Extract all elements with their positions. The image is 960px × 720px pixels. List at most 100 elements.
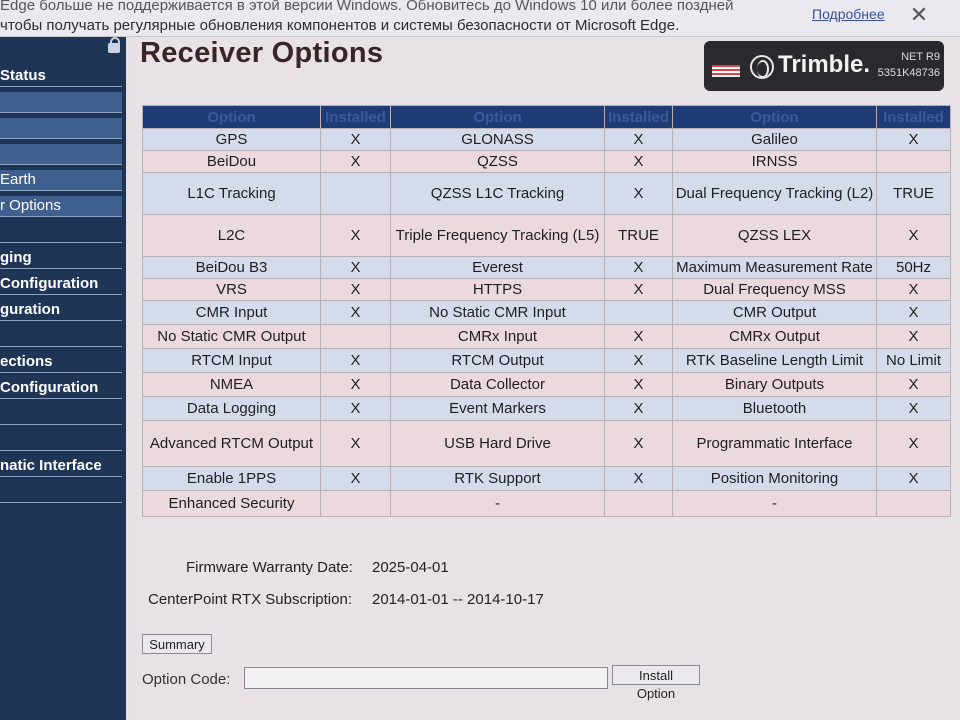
table-row: NMEA X Data Collector X Binary Outputs X [142,372,951,397]
column-header: Installed [876,105,951,129]
rtx-subscription-label: CenterPoint RTX Subscription: [148,591,352,608]
option-installed-cell: X [876,214,951,257]
sidebar-item-13[interactable] [0,404,122,425]
option-installed-cell: X [876,278,951,301]
option-name-cell: GLONASS [390,128,605,151]
option-installed-cell: X [320,128,391,151]
install-option-button[interactable]: Install Option [612,665,700,701]
option-name-cell: QZSS [390,150,605,173]
option-installed-cell: X [604,150,673,173]
option-name-cell: QZSS L1C Tracking [390,172,605,215]
option-name-cell: GPS [142,128,321,151]
brand-banner: Trimble. NET R9 5351K48736 [704,41,944,91]
option-installed-cell [876,490,951,517]
table-row: CMR Input X No Static CMR Input CMR Output X [142,300,951,325]
option-name-cell: VRS [142,278,321,301]
option-name-cell: Position Monitoring [672,466,877,491]
option-name-cell: Enable 1PPS [142,466,321,491]
sidebar-item-12[interactable]: Configuration [0,378,122,399]
rtx-subscription-value: 2014-01-01 -- 2014-10-17 [372,591,544,608]
notification-line-1: Edge больше не поддерживается в этой вер… [0,0,734,14]
option-name-cell: - [390,490,605,517]
option-installed-cell: X [320,372,391,397]
option-name-cell: No Static CMR Output [142,324,321,349]
option-installed-cell: X [876,128,951,151]
option-installed-cell: X [604,372,673,397]
option-name-cell: QZSS LEX [672,214,877,257]
option-installed-cell: X [604,278,673,301]
option-installed-cell: X [604,348,673,373]
table-row: BeiDou X QZSS X IRNSS [142,150,951,173]
table-row: RTCM Input X RTCM Output X RTK Baseline Leng… [142,348,951,373]
close-icon[interactable]: ✕ [906,2,932,28]
notification-message: Edge больше не поддерживается в этой вер… [0,0,790,36]
sidebar-item-1[interactable] [0,92,122,113]
option-installed-cell: X [320,278,391,301]
table-row: Enable 1PPS X RTK Support X Position Monitor… [142,466,951,491]
table-row: BeiDou B3 X Everest X Maximum Measurement Ra… [142,256,951,279]
sidebar-item-6[interactable] [0,222,122,243]
option-name-cell: L2C [142,214,321,257]
lock-icon [108,37,120,53]
sidebar-item-10[interactable] [0,326,122,347]
sidebar-item-7[interactable]: ging [0,248,122,269]
table-row: Data Logging X Event Markers X Bluetooth X [142,396,951,421]
option-name-cell: USB Hard Drive [390,420,605,467]
sidebar-item-15[interactable]: natic Interface [0,456,122,477]
page-title: Receiver Options [140,37,384,69]
option-code-input[interactable] [244,667,608,689]
option-name-cell: Everest [390,256,605,279]
option-name-cell: Maximum Measurement Rate [672,256,877,279]
option-installed-cell: X [876,466,951,491]
option-name-cell: Dual Frequency Tracking (L2) [672,172,877,215]
option-name-cell: L1C Tracking [142,172,321,215]
receiver-model: NET R9 [901,51,940,63]
option-name-cell: Bluetooth [672,396,877,421]
column-header: Option [390,105,605,129]
sidebar-item-8[interactable]: Configuration [0,274,122,295]
table-row: L2C X Triple Frequency Tracking (L5) TRUE QZ… [142,214,951,257]
option-installed-cell: X [604,396,673,421]
table-row: Advanced RTCM Output X USB Hard Drive X Prog… [142,420,951,467]
main-content: Receiver Options Trimble. NET R9 5351K48… [130,37,960,720]
trimble-logo-icon [750,55,774,79]
summary-button[interactable]: Summary [142,634,212,654]
option-installed-cell: X [320,300,391,325]
sidebar-item-5[interactable]: r Options [0,196,122,217]
option-installed-cell [320,324,391,349]
option-name-cell: BeiDou B3 [142,256,321,279]
option-installed-cell [604,300,673,325]
option-name-cell: - [672,490,877,517]
option-installed-cell [876,150,951,173]
option-installed-cell: X [320,256,391,279]
option-name-cell: No Static CMR Input [390,300,605,325]
sidebar-item-9[interactable]: guration [0,300,122,321]
sidebar-item-0[interactable]: Status [0,66,122,87]
option-installed-cell: X [876,324,951,349]
learn-more-link[interactable]: Подробнее [812,6,885,22]
option-name-cell: Data Collector [390,372,605,397]
sidebar-item-16[interactable] [0,482,122,503]
option-installed-cell: X [604,256,673,279]
option-installed-cell [320,490,391,517]
option-name-cell: IRNSS [672,150,877,173]
column-header: Installed [604,105,673,129]
option-installed-cell: X [604,128,673,151]
option-name-cell: RTK Baseline Length Limit [672,348,877,373]
sidebar-item-11[interactable]: ections [0,352,122,373]
option-code-label: Option Code: [142,671,231,688]
brand-name: Trimble. [778,51,871,78]
option-name-cell: CMRx Output [672,324,877,349]
option-installed-cell: X [876,420,951,467]
sidebar-item-3[interactable] [0,144,122,165]
option-name-cell: BeiDou [142,150,321,173]
option-installed-cell: TRUE [604,214,673,257]
option-name-cell: HTTPS [390,278,605,301]
sidebar-item-4[interactable]: Earth [0,170,122,191]
table-row: No Static CMR Output CMRx Input X CMRx Outp… [142,324,951,349]
warranty-value: 2025-04-01 [372,559,449,576]
sidebar-item-14[interactable] [0,430,122,451]
option-installed-cell: 50Hz [876,256,951,279]
option-name-cell: CMR Input [142,300,321,325]
sidebar-item-2[interactable] [0,118,122,139]
